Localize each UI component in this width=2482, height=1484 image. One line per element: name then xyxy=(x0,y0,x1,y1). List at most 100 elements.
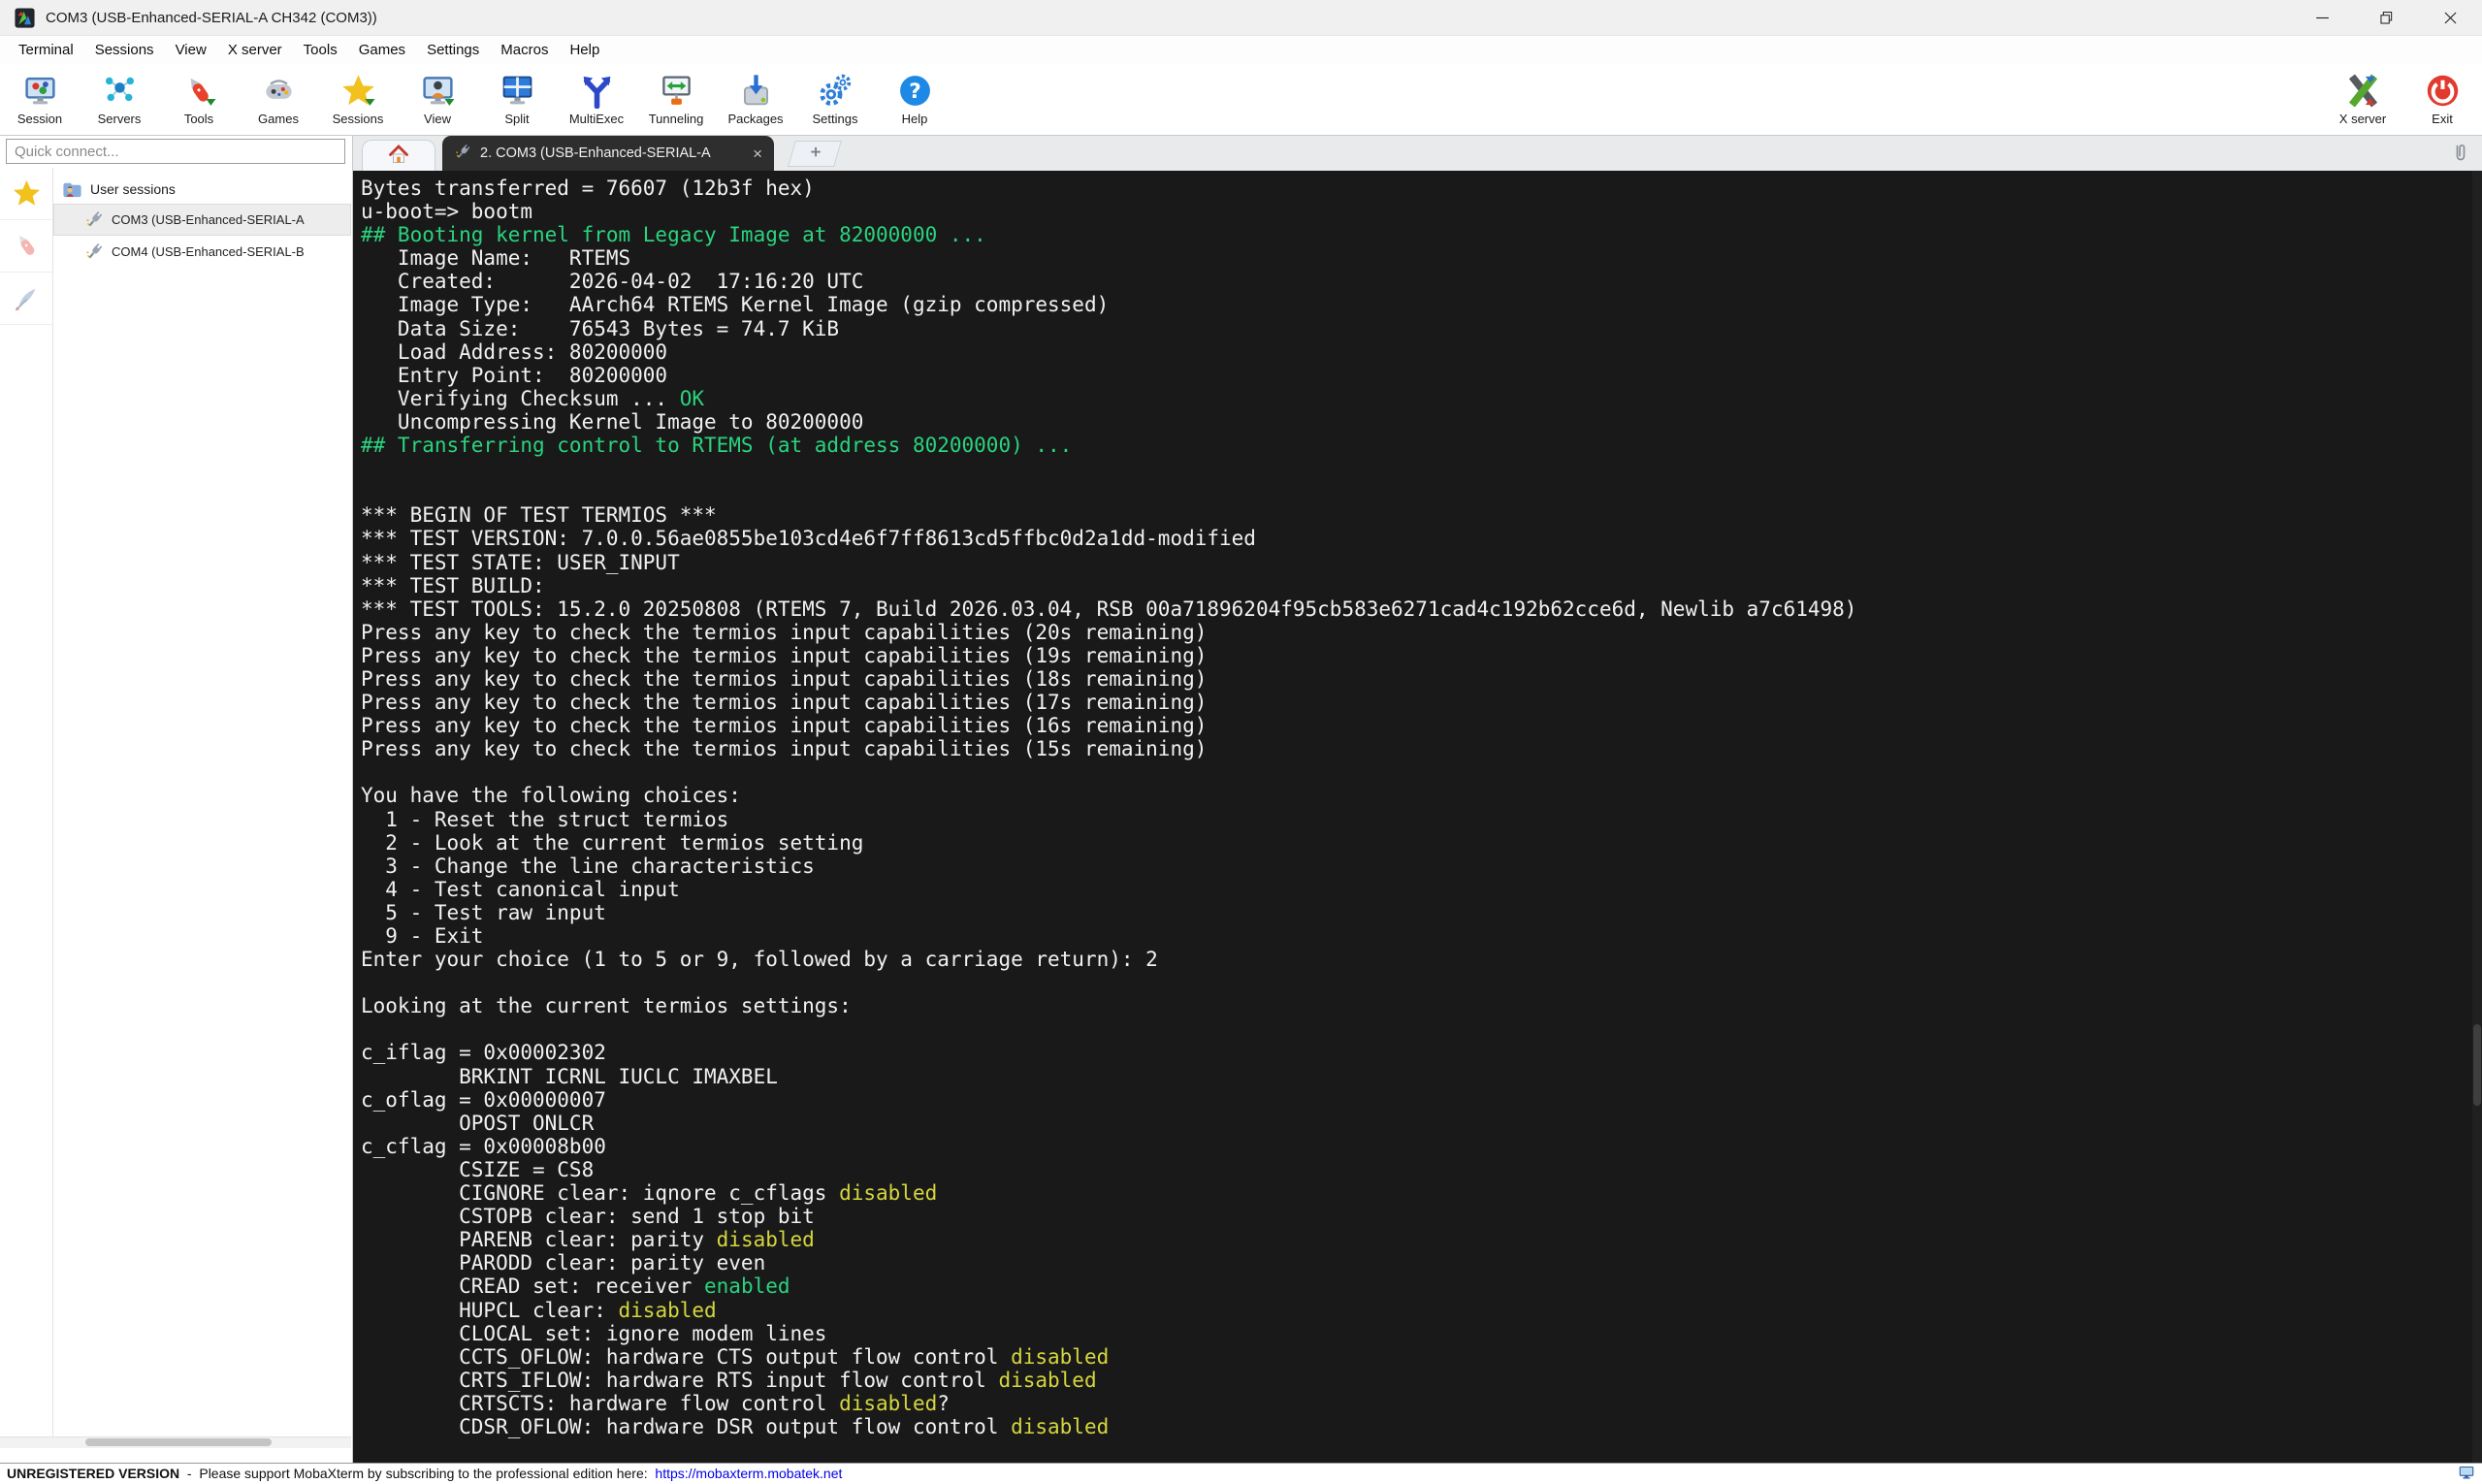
menu-tools[interactable]: Tools xyxy=(293,42,348,58)
menu-x-server[interactable]: X server xyxy=(217,42,293,58)
terminal-line: c_cflag = 0x00008b00 xyxy=(361,1135,2482,1158)
terminal-line: CLOCAL set: ignore modem lines xyxy=(361,1322,2482,1345)
terminal-text-segment: Looking at the current termios settings: xyxy=(361,994,852,1018)
terminal-output[interactable]: Bytes transferred = 76607 (12b3f hex) u-b… xyxy=(353,171,2482,1463)
terminal-scrollbar[interactable] xyxy=(2472,171,2482,1463)
view-monitor-icon xyxy=(420,73,456,109)
terminal-text-segment: BRKINT ICRNL IUCLC IMAXBEL xyxy=(361,1064,778,1088)
toolbar-sessions-button[interactable]: Sessions xyxy=(318,64,398,135)
terminal-text-segment: Press any key to check the termios input… xyxy=(361,620,1208,644)
terminal-line: Verifying Checksum ... OK xyxy=(361,387,2482,410)
terminal-text-segment: CREAD set: receiver xyxy=(361,1274,705,1299)
tab-close-icon[interactable]: × xyxy=(753,145,762,162)
terminal-line: CIGNORE clear: iqnore c_cflags disabled xyxy=(361,1181,2482,1205)
plug-icon xyxy=(84,210,105,230)
plug-icon xyxy=(454,143,472,165)
mobatek-link[interactable]: https://mobaxterm.mobatek.net xyxy=(655,1466,842,1481)
sidebar-horizontal-scrollbar[interactable] xyxy=(0,1436,351,1448)
toolbar-packages-button[interactable]: Packages xyxy=(716,64,795,135)
folder-user-icon xyxy=(61,178,83,201)
toolbar-help-button[interactable]: ? Help xyxy=(875,64,954,135)
terminal-line: *** TEST TOOLS: 15.2.0 20250808 (RTEMS 7… xyxy=(361,597,2482,621)
quick-connect-input[interactable] xyxy=(6,139,345,164)
tree-root-label: User sessions xyxy=(90,181,176,197)
rail-tab-knife[interactable] xyxy=(0,220,52,273)
toolbar-split-button[interactable]: Split xyxy=(477,64,557,135)
paperclip-icon[interactable] xyxy=(2449,142,2472,165)
knife-icon xyxy=(12,231,42,261)
toolbar-x-server-button[interactable]: X server xyxy=(2323,64,2402,135)
terminal-text-segment: Image Name: RTEMS xyxy=(361,246,631,271)
terminal-text-segment: Data Size: 76543 Bytes = 74.7 KiB xyxy=(361,316,840,340)
terminal-scrollbar-thumb[interactable] xyxy=(2473,1024,2481,1106)
terminal-text-segment: enabled xyxy=(704,1274,790,1299)
tab-active-com3[interactable]: 2. COM3 (USB-Enhanced-SERIAL-A × xyxy=(442,136,774,171)
session-item-com4[interactable]: COM4 (USB-Enhanced-SERIAL-B xyxy=(53,236,351,268)
toolbar-multiexec-button[interactable]: MultiExec xyxy=(557,64,636,135)
terminal-line: Enter your choice (1 to 5 or 9, followed… xyxy=(361,948,2482,971)
tree-root-user-sessions[interactable]: User sessions xyxy=(53,175,351,204)
terminal-line: Press any key to check the termios input… xyxy=(361,737,2482,760)
terminal-text-segment: *** TEST VERSION: 7.0.0.56ae0855be103cd4… xyxy=(361,527,1256,551)
minimize-button[interactable] xyxy=(2290,0,2354,35)
terminal-text-segment: c_cflag = 0x00008b00 xyxy=(361,1134,606,1158)
menu-macros[interactable]: Macros xyxy=(490,42,559,58)
toolbar-tunneling-button[interactable]: Tunneling xyxy=(636,64,716,135)
terminal-line: Press any key to check the termios input… xyxy=(361,714,2482,737)
toolbar-tools-button[interactable]: Tools xyxy=(159,64,239,135)
terminal-text-segment: 2 - Look at the current termios setting xyxy=(361,830,864,855)
terminal-text-segment: PARENB clear: parity xyxy=(361,1228,717,1252)
menu-terminal[interactable]: Terminal xyxy=(8,42,84,58)
terminal-text-segment: *** TEST BUILD: xyxy=(361,573,545,597)
terminal-line: 4 - Test canonical input xyxy=(361,878,2482,901)
toolbar-settings-button[interactable]: Settings xyxy=(795,64,875,135)
terminal-text-segment: ## Booting kernel from Legacy Image at 8… xyxy=(361,223,986,247)
rail-tab-star[interactable] xyxy=(0,168,52,220)
new-tab-button[interactable] xyxy=(788,141,842,167)
terminal-line: Image Type: AArch64 RTEMS Kernel Image (… xyxy=(361,293,2482,316)
sidebar: User sessions COM3 (USB-Enhanced-SERIAL-A… xyxy=(0,136,353,1463)
terminal-line: Uncompressing Kernel Image to 80200000 xyxy=(361,410,2482,434)
terminal-line: Entry Point: 80200000 xyxy=(361,364,2482,387)
menu-sessions[interactable]: Sessions xyxy=(84,42,165,58)
toolbar-servers-button[interactable]: Servers xyxy=(80,64,159,135)
toolbar-session-button[interactable]: Session xyxy=(0,64,80,135)
restore-button[interactable] xyxy=(2354,0,2418,35)
menu-games[interactable]: Games xyxy=(348,42,416,58)
terminal-text-segment: 9 - Exit xyxy=(361,924,484,948)
terminal-text-segment: disabled xyxy=(1011,1344,1110,1369)
terminal-line: Image Name: RTEMS xyxy=(361,246,2482,270)
terminal-text-segment: Verifying Checksum ... xyxy=(361,386,680,410)
toolbar-view-button[interactable]: View xyxy=(398,64,477,135)
scrollbar-thumb[interactable] xyxy=(85,1438,272,1446)
star-icon xyxy=(12,178,42,209)
terminal-line: *** TEST BUILD: xyxy=(361,574,2482,597)
close-button[interactable] xyxy=(2418,0,2482,35)
terminal-line: PARENB clear: parity disabled xyxy=(361,1228,2482,1251)
tab-home[interactable] xyxy=(362,140,435,172)
tab-label: 2. COM3 (USB-Enhanced-SERIAL-A xyxy=(480,145,711,161)
toolbar-exit-button[interactable]: Exit xyxy=(2402,64,2482,135)
toolbar-button-label: Exit xyxy=(2432,112,2453,126)
menu-view[interactable]: View xyxy=(165,42,217,58)
monitor-icon xyxy=(2458,1465,2475,1481)
toolbar-button-label: Sessions xyxy=(332,112,384,126)
menu-help[interactable]: Help xyxy=(559,42,610,58)
exit-power-icon xyxy=(2425,73,2461,109)
terminal-line: CSTOPB clear: send 1 stop bit xyxy=(361,1205,2482,1228)
tab-bar: 2. COM3 (USB-Enhanced-SERIAL-A × xyxy=(353,136,2482,172)
toolbar-games-button[interactable]: Games xyxy=(239,64,318,135)
terminal-text-segment: Image Type: AArch64 RTEMS Kernel Image (… xyxy=(361,293,1110,317)
terminal-line: CSIZE = CS8 xyxy=(361,1158,2482,1181)
terminal-text-segment: 3 - Change the line characteristics xyxy=(361,854,815,878)
session-item-label: COM3 (USB-Enhanced-SERIAL-A xyxy=(112,212,305,227)
menu-settings[interactable]: Settings xyxy=(416,42,490,58)
terminal-line: Data Size: 76543 Bytes = 74.7 KiB xyxy=(361,317,2482,340)
rail-tab-feather[interactable] xyxy=(0,273,52,325)
terminal-text-segment: disabled xyxy=(839,1391,938,1415)
session-item-com3[interactable]: COM3 (USB-Enhanced-SERIAL-A xyxy=(53,204,351,236)
terminal-text-segment: u-boot=> bootm xyxy=(361,200,533,224)
